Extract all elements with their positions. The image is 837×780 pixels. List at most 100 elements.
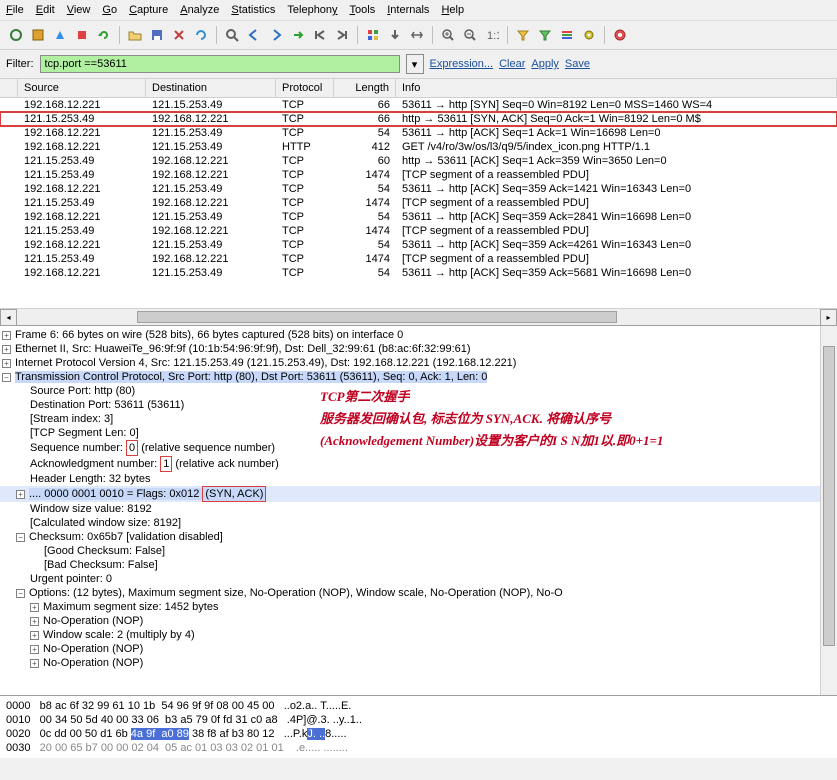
preferences-icon[interactable] xyxy=(579,25,599,45)
tree-calc-window[interactable]: [Calculated window size: 8192] xyxy=(30,517,181,529)
col-length[interactable]: Length xyxy=(334,79,396,97)
expand-icon[interactable]: + xyxy=(30,631,39,640)
tree-acknum-label[interactable]: Acknowledgment number: xyxy=(30,458,160,470)
expand-icon[interactable]: + xyxy=(2,359,11,368)
packet-row[interactable]: 121.15.253.49192.168.12.221TCP60http → 5… xyxy=(0,154,837,168)
menu-file[interactable]: File xyxy=(6,4,24,16)
resize-columns-icon[interactable] xyxy=(407,25,427,45)
tree-flags-bits[interactable]: .... 0000 0001 0010 = Flags: 0x012 xyxy=(29,488,202,500)
expand-icon[interactable]: + xyxy=(30,603,39,612)
packet-bytes-pane[interactable]: 0000 b8 ac 6f 32 99 61 10 1b 54 96 9f 9f… xyxy=(0,695,837,758)
zoom-in-icon[interactable] xyxy=(438,25,458,45)
tree-mss[interactable]: Maximum segment size: 1452 bytes xyxy=(43,601,218,613)
hex-bytes[interactable]: b8 ac 6f 32 99 61 10 1b 54 96 9f 9f 08 0… xyxy=(40,700,275,712)
tree-header-len[interactable]: Header Length: 32 bytes xyxy=(30,473,150,485)
tree-nop-2[interactable]: No-Operation (NOP) xyxy=(43,643,143,655)
scroll-left-icon[interactable]: ◂ xyxy=(0,309,17,326)
go-first-icon[interactable] xyxy=(310,25,330,45)
expression-button[interactable]: Expression... xyxy=(430,58,494,70)
help-icon[interactable] xyxy=(610,25,630,45)
expand-icon[interactable]: + xyxy=(30,645,39,654)
start-capture-icon[interactable] xyxy=(50,25,70,45)
packet-row[interactable]: 192.168.12.221121.15.253.49HTTP412GET /v… xyxy=(0,140,837,154)
tree-srcport[interactable]: Source Port: http (80) xyxy=(30,385,135,397)
reload-icon[interactable] xyxy=(191,25,211,45)
capture-options-icon[interactable] xyxy=(28,25,48,45)
menu-view[interactable]: View xyxy=(67,4,91,16)
display-filter-icon[interactable] xyxy=(535,25,555,45)
menu-analyze[interactable]: Analyze xyxy=(180,4,219,16)
menu-go[interactable]: Go xyxy=(102,4,117,16)
scroll-thumb[interactable] xyxy=(823,346,835,646)
stop-capture-icon[interactable] xyxy=(72,25,92,45)
filter-dropdown-icon[interactable]: ▾ xyxy=(406,54,424,74)
tree-seqnum-label[interactable]: Sequence number: xyxy=(30,442,126,454)
expand-icon[interactable]: + xyxy=(16,490,25,499)
tree-bad-checksum[interactable]: [Bad Checksum: False] xyxy=(44,559,158,571)
tree-dstport[interactable]: Destination Port: 53611 (53611) xyxy=(30,399,184,411)
colorize-icon[interactable] xyxy=(363,25,383,45)
packet-row[interactable]: 192.168.12.221121.15.253.49TCP6653611 → … xyxy=(0,98,837,112)
find-packet-icon[interactable] xyxy=(222,25,242,45)
packet-row[interactable]: 121.15.253.49192.168.12.221TCP1474[TCP s… xyxy=(0,196,837,210)
menu-edit[interactable]: Edit xyxy=(36,4,55,16)
packet-row[interactable]: 192.168.12.221121.15.253.49TCP5453611 → … xyxy=(0,182,837,196)
menu-internals[interactable]: Internals xyxy=(387,4,429,16)
tree-tcp[interactable]: Transmission Control Protocol, Src Port:… xyxy=(15,371,487,383)
clear-button[interactable]: Clear xyxy=(499,58,525,70)
tree-options[interactable]: Options: (12 bytes), Maximum segment siz… xyxy=(29,587,563,599)
tree-ethernet[interactable]: Ethernet II, Src: HuaweiTe_96:9f:9f (10:… xyxy=(15,343,471,355)
packet-row[interactable]: 192.168.12.221121.15.253.49TCP5453611 → … xyxy=(0,266,837,280)
tree-window-scale[interactable]: Window scale: 2 (multiply by 4) xyxy=(43,629,195,641)
go-forward-icon[interactable] xyxy=(266,25,286,45)
tree-window-size[interactable]: Window size value: 8192 xyxy=(30,503,152,515)
menu-statistics[interactable]: Statistics xyxy=(231,4,275,16)
menu-capture[interactable]: Capture xyxy=(129,4,168,16)
col-destination[interactable]: Destination xyxy=(146,79,276,97)
tree-segment-len[interactable]: [TCP Segment Len: 0] xyxy=(30,427,139,439)
collapse-icon[interactable]: − xyxy=(2,373,11,382)
col-source[interactable]: Source xyxy=(18,79,146,97)
tree-urgent-ptr[interactable]: Urgent pointer: 0 xyxy=(30,573,112,585)
col-protocol[interactable]: Protocol xyxy=(276,79,334,97)
open-file-icon[interactable] xyxy=(125,25,145,45)
hex-bytes[interactable]: 20 00 65 b7 00 00 02 04 05 ac 01 03 03 0… xyxy=(40,742,284,754)
tree-checksum[interactable]: Checksum: 0x65b7 [validation disabled] xyxy=(29,531,223,543)
packet-row[interactable]: 121.15.253.49192.168.12.221TCP1474[TCP s… xyxy=(0,252,837,266)
packet-row[interactable]: 121.15.253.49192.168.12.221TCP1474[TCP s… xyxy=(0,224,837,238)
tree-good-checksum[interactable]: [Good Checksum: False] xyxy=(44,545,165,557)
packet-details-pane[interactable]: + Frame 6: 66 bytes on wire (528 bits), 6… xyxy=(0,325,837,695)
save-button[interactable]: Save xyxy=(565,58,590,70)
tree-frame[interactable]: Frame 6: 66 bytes on wire (528 bits), 66… xyxy=(15,329,403,341)
packet-row[interactable]: 192.168.12.221121.15.253.49TCP5453611 → … xyxy=(0,238,837,252)
packet-row[interactable]: 192.168.12.221121.15.253.49TCP5453611 → … xyxy=(0,126,837,140)
restart-capture-icon[interactable] xyxy=(94,25,114,45)
expand-icon[interactable]: + xyxy=(30,617,39,626)
packet-list-body[interactable]: 192.168.12.221121.15.253.49TCP6653611 → … xyxy=(0,98,837,308)
tree-nop-1[interactable]: No-Operation (NOP) xyxy=(43,615,143,627)
packet-list-hscroll[interactable]: ◂ ▸ xyxy=(0,308,837,325)
expand-icon[interactable]: + xyxy=(30,659,39,668)
menu-telephony[interactable]: Telephony xyxy=(287,4,337,16)
hex-bytes[interactable]: 00 34 50 5d 40 00 33 06 b3 a5 79 0f fd 3… xyxy=(40,714,278,726)
tree-vscroll[interactable] xyxy=(820,326,837,695)
go-back-icon[interactable] xyxy=(244,25,264,45)
hex-bytes[interactable]: 38 f8 af b3 80 12 xyxy=(189,728,275,740)
save-file-icon[interactable] xyxy=(147,25,167,45)
collapse-icon[interactable]: − xyxy=(16,533,25,542)
expand-icon[interactable]: + xyxy=(2,345,11,354)
expand-icon[interactable]: + xyxy=(2,331,11,340)
go-to-packet-icon[interactable] xyxy=(288,25,308,45)
collapse-icon[interactable]: − xyxy=(16,589,25,598)
close-file-icon[interactable] xyxy=(169,25,189,45)
col-info[interactable]: Info xyxy=(396,79,837,97)
menu-tools[interactable]: Tools xyxy=(350,4,376,16)
tree-nop-3[interactable]: No-Operation (NOP) xyxy=(43,657,143,669)
capture-filter-icon[interactable] xyxy=(513,25,533,45)
packet-row[interactable]: 192.168.12.221121.15.253.49TCP5453611 → … xyxy=(0,210,837,224)
hex-bytes-selected[interactable]: 4a 9f a0 89 xyxy=(131,728,189,740)
scroll-thumb[interactable] xyxy=(137,311,617,323)
packet-row[interactable]: 121.15.253.49192.168.12.221TCP66http → 5… xyxy=(0,112,837,126)
zoom-out-icon[interactable] xyxy=(460,25,480,45)
menu-help[interactable]: Help xyxy=(441,4,464,16)
